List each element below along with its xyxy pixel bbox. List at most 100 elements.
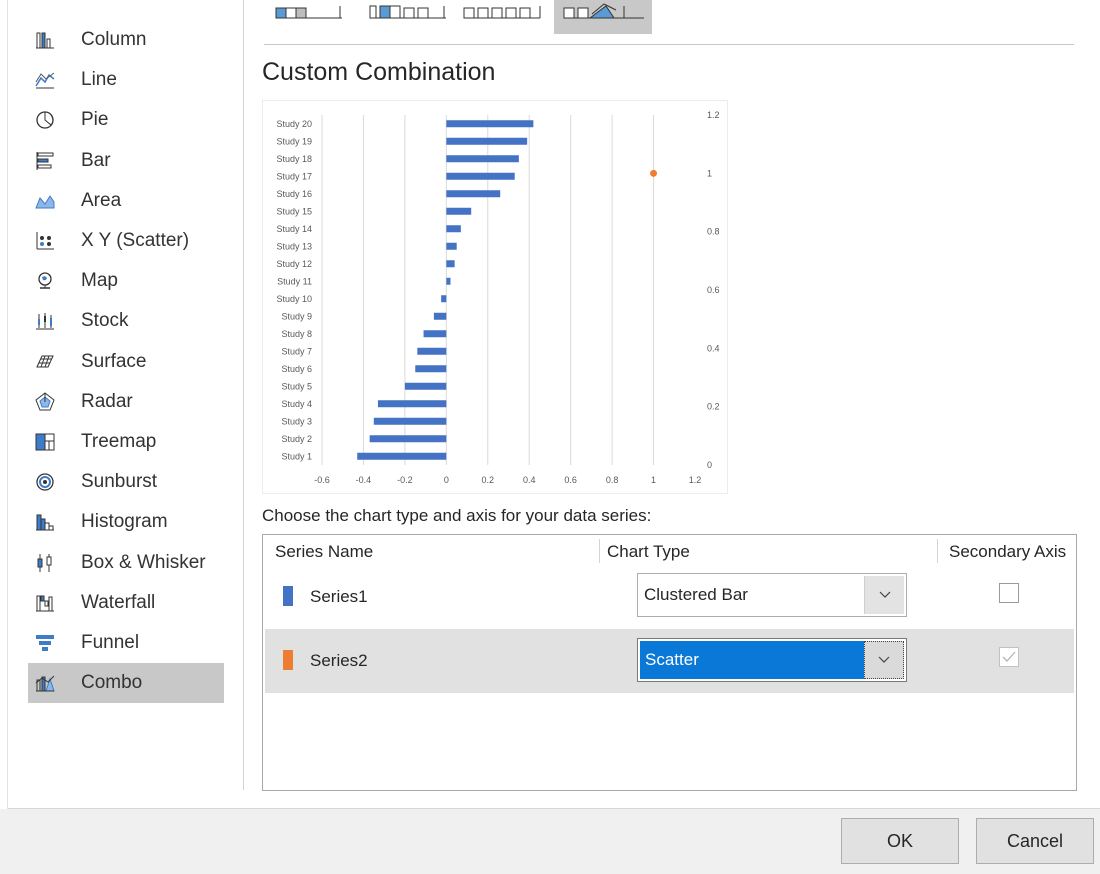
secondary-y-tick-label: 0.6 xyxy=(707,285,720,295)
bar xyxy=(446,172,515,180)
bar xyxy=(417,347,447,355)
treemap-chart-icon xyxy=(34,431,56,453)
category-label: Study 10 xyxy=(276,294,312,304)
category-label: Study 14 xyxy=(276,224,312,234)
chart-type-label: Column xyxy=(81,29,147,50)
radar-chart-icon xyxy=(34,391,56,413)
subtype-clustered-column-line[interactable] xyxy=(262,0,352,34)
bar xyxy=(446,190,501,198)
checkmark-icon xyxy=(1002,651,1016,662)
subtype-clustered-column-line-secondary[interactable] xyxy=(362,0,452,34)
series-color-swatch xyxy=(283,650,293,670)
category-label: Study 3 xyxy=(281,416,312,426)
chart-type-dropdown[interactable]: Scatter xyxy=(637,638,907,682)
chart-type-box-whisker[interactable]: Box & Whisker xyxy=(28,543,224,583)
area-chart-icon xyxy=(34,190,56,212)
bar xyxy=(369,435,447,443)
combo-subtype-thumbnails xyxy=(262,0,662,34)
chart-type-value: Scatter xyxy=(640,641,864,679)
chart-type-label: Box & Whisker xyxy=(81,551,206,573)
secondary-y-tick-label: 0.4 xyxy=(707,343,720,353)
chart-type-funnel[interactable]: Funnel xyxy=(28,623,224,663)
subtype-thumb-4-icon xyxy=(563,3,644,19)
chart-type-column[interactable]: Column xyxy=(28,20,224,60)
bar xyxy=(446,242,457,250)
category-label: Study 4 xyxy=(281,399,312,409)
chart-type-treemap[interactable]: Treemap xyxy=(28,422,224,462)
secondary-axis-checkbox[interactable] xyxy=(999,583,1019,603)
chart-type-sunburst[interactable]: Sunburst xyxy=(28,462,224,502)
x-tick-label: 0.2 xyxy=(482,475,495,485)
x-tick-label: 1 xyxy=(651,475,656,485)
category-label: Study 17 xyxy=(276,171,312,181)
category-label: Study 8 xyxy=(281,329,312,339)
chart-type-radar[interactable]: Radar xyxy=(28,382,224,422)
series-prompt: Choose the chart type and axis for your … xyxy=(262,506,652,525)
chart-type-label: Funnel xyxy=(81,632,140,653)
chart-type-x-y-scatter[interactable]: X Y (Scatter) xyxy=(28,221,224,261)
secondary-y-tick-label: 1.2 xyxy=(707,110,720,120)
panel-divider xyxy=(243,0,244,790)
thumbnail-separator xyxy=(264,44,1074,45)
chart-type-label: Pie xyxy=(81,109,109,131)
category-label: Study 7 xyxy=(281,346,312,356)
chart-type-surface[interactable]: Surface xyxy=(28,342,224,382)
category-label: Study 9 xyxy=(281,311,312,321)
category-label: Study 6 xyxy=(281,364,312,374)
chart-type-combo[interactable]: Combo xyxy=(28,663,224,704)
bar xyxy=(446,120,534,128)
chart-type-map[interactable]: Map xyxy=(28,261,224,301)
bar xyxy=(446,260,455,268)
bar xyxy=(441,295,447,303)
category-label: Study 2 xyxy=(281,434,312,444)
column-header-secondary-axis: Secondary Axis xyxy=(949,542,1067,561)
chart-type-line[interactable]: Line xyxy=(28,60,224,100)
x-tick-label: 0.8 xyxy=(606,475,619,485)
sunburst-chart-icon xyxy=(34,471,56,493)
chart-type-pie[interactable]: Pie xyxy=(28,100,224,140)
chart-type-label: Bar xyxy=(81,149,111,171)
pie-chart-icon xyxy=(34,109,56,131)
stock-chart-icon xyxy=(34,310,56,332)
series-color-swatch xyxy=(283,586,293,606)
secondary-y-tick-label: 0.2 xyxy=(707,402,720,412)
secondary-y-tick-label: 1 xyxy=(707,168,712,178)
x-tick-label: 0.4 xyxy=(523,475,536,485)
ok-button[interactable]: OK xyxy=(841,818,959,864)
x-tick-label: 0 xyxy=(444,475,449,485)
chevron-down-icon[interactable] xyxy=(864,576,904,614)
bar xyxy=(446,277,451,285)
series-name: Series2 xyxy=(310,651,368,670)
x-tick-label: 0.6 xyxy=(564,475,577,485)
bar xyxy=(404,382,447,390)
series-table: Series Name Chart Type Secondary Axis Se… xyxy=(262,534,1077,791)
chart-type-value: Clustered Bar xyxy=(644,585,748,604)
chart-type-dropdown[interactable]: Clustered Bar xyxy=(637,573,907,617)
chart-type-label: Line xyxy=(81,69,117,91)
subtype-thumb-1-icon xyxy=(275,6,342,19)
category-label: Study 15 xyxy=(276,206,312,216)
chart-type-area[interactable]: Area xyxy=(28,181,224,221)
chart-preview: -0.6 -0.4 -0.2 0 0.2 0.4 0.6 0.8 1 1.2 Study 1 Stud… xyxy=(262,100,728,494)
chart-type-list: Column Line Pie Bar Area X Y (Scatter) Map Stoc… xyxy=(0,0,244,808)
bar xyxy=(446,225,461,233)
box-whisker-chart-icon xyxy=(34,552,56,574)
x-tick-label: 1.2 xyxy=(689,475,702,485)
chart-type-stock[interactable]: Stock xyxy=(28,301,224,341)
chart-type-bar[interactable]: Bar xyxy=(28,141,224,181)
chevron-down-icon[interactable] xyxy=(864,641,904,679)
category-label: Study 18 xyxy=(276,154,312,164)
series-row[interactable]: Series1 Clustered Bar xyxy=(265,565,1074,629)
chart-type-histogram[interactable]: Histogram xyxy=(28,502,224,542)
subtype-custom-combination[interactable] xyxy=(554,0,652,34)
secondary-axis-checkbox[interactable] xyxy=(999,647,1019,667)
cancel-button[interactable]: Cancel xyxy=(976,818,1094,864)
category-label: Study 13 xyxy=(276,241,312,251)
series-row[interactable]: Series2 Scatter xyxy=(265,629,1074,693)
bar xyxy=(433,312,447,320)
category-label: Study 1 xyxy=(281,451,312,461)
scatter-point xyxy=(650,169,658,177)
subtype-stacked-area-column[interactable] xyxy=(458,0,548,34)
chart-type-waterfall[interactable]: Waterfall xyxy=(28,583,224,623)
bar xyxy=(377,400,447,408)
